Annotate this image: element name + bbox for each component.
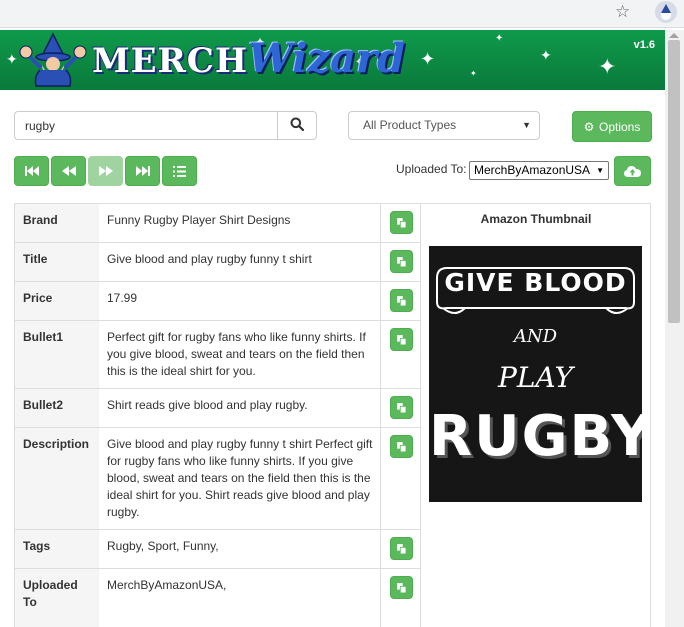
- field-value-bullet2: Shirt reads give blood and play rugby.: [107, 398, 308, 412]
- cloud-upload-icon: [624, 166, 641, 177]
- skip-back-icon: [24, 166, 39, 176]
- copy-icon: [397, 582, 406, 593]
- table-column-divider: [420, 203, 421, 627]
- wizard-icon[interactable]: [655, 1, 677, 23]
- sparkle-icon: ✦: [540, 47, 552, 63]
- field-label-bullet2: Bullet2: [15, 389, 99, 427]
- search-input[interactable]: [14, 111, 277, 140]
- options-label: Options: [599, 120, 641, 134]
- field-label-tags: Tags: [15, 530, 99, 568]
- thumbnail-text-line3: PLAY: [497, 361, 573, 394]
- marketplace-selected: MerchByAmazonUSA: [474, 163, 591, 177]
- field-value-uploaded-to: MerchByAmazonUSA,: [107, 578, 227, 592]
- search-icon: [290, 117, 305, 132]
- field-value-title: Give blood and play rugby funny t shirt: [107, 252, 312, 266]
- thumbnail-header: Amazon Thumbnail: [480, 212, 592, 226]
- copy-bullet2-button[interactable]: [390, 396, 413, 419]
- options-button[interactable]: ⚙ Options: [572, 111, 652, 142]
- chevron-down-icon: ▼: [522, 120, 531, 130]
- field-label-bullet1: Bullet1: [15, 321, 99, 388]
- browser-toolbar: ☆: [0, 0, 684, 28]
- logo-word-wizard: Wizard: [248, 35, 406, 82]
- table-border: [650, 203, 651, 627]
- scrollbar[interactable]: [665, 30, 684, 627]
- copy-icon: [397, 295, 406, 306]
- copy-icon: [397, 543, 406, 554]
- last-page-button[interactable]: [125, 156, 160, 186]
- table-border: [14, 203, 651, 204]
- copy-tags-button[interactable]: [390, 537, 413, 560]
- search-button[interactable]: [277, 111, 317, 140]
- star-icon[interactable]: ☆: [615, 2, 630, 22]
- field-value-description: Give blood and play rugby funny t shirt …: [107, 437, 373, 519]
- scroll-up-arrow-icon[interactable]: [669, 33, 679, 38]
- copy-icon: [397, 256, 406, 267]
- upload-button[interactable]: [614, 156, 651, 186]
- field-value-bullet1: Perfect gift for rugby fans who like fun…: [107, 330, 366, 378]
- field-label-title: Title: [15, 243, 99, 281]
- amazon-thumbnail-image: GIVE BLOOD AND PLAY RUGBY: [429, 246, 642, 502]
- copy-icon: [397, 217, 406, 228]
- table-column-divider: [380, 203, 381, 627]
- copy-bullet1-button[interactable]: [390, 328, 413, 351]
- uploaded-to-label: Uploaded To:: [396, 162, 467, 176]
- next-page-button[interactable]: [88, 156, 123, 186]
- chevron-down-icon: ▼: [596, 166, 604, 175]
- product-type-select[interactable]: All Product Types ▼: [348, 111, 540, 140]
- fast-forward-icon: [98, 166, 113, 176]
- header-banner: ✦ ✦ ✦ ✦ ✦ ✦ ✦ ✦ MERCHWizard v1.6: [0, 30, 665, 90]
- list-view-button[interactable]: [162, 156, 197, 186]
- product-details-table: Brand Funny Rugby Player Shirt Designs T…: [14, 203, 651, 627]
- thumbnail-text-line4: RUGBY: [429, 404, 642, 469]
- product-type-selected: All Product Types: [363, 118, 457, 132]
- previous-page-button[interactable]: [51, 156, 86, 186]
- merchwizard-logo: MERCHWizard: [92, 35, 405, 85]
- field-label-uploaded-to: Uploaded To: [15, 569, 99, 627]
- field-label-brand: Brand: [15, 204, 99, 242]
- copy-price-button[interactable]: [390, 289, 413, 312]
- rewind-icon: [61, 166, 76, 176]
- copy-title-button[interactable]: [390, 250, 413, 273]
- marketplace-select[interactable]: MerchByAmazonUSA ▼: [469, 161, 609, 180]
- copy-icon: [397, 402, 406, 413]
- copy-uploaded-to-button[interactable]: [390, 576, 413, 599]
- scrollbar-thumb[interactable]: [668, 40, 680, 323]
- wizard-mascot-icon: [19, 32, 87, 87]
- copy-description-button[interactable]: [390, 435, 413, 458]
- copy-icon: [397, 334, 406, 345]
- field-label-description: Description: [15, 428, 99, 529]
- field-value-brand: Funny Rugby Player Shirt Designs: [107, 213, 291, 227]
- field-value-price: 17.99: [107, 291, 138, 305]
- list-icon: [173, 165, 186, 177]
- skip-forward-icon: [135, 166, 150, 176]
- sparkle-icon: ✦: [420, 49, 436, 69]
- copy-brand-button[interactable]: [390, 211, 413, 234]
- thumbnail-text-line1: GIVE BLOOD: [444, 268, 627, 297]
- field-value-tags: Rugby, Sport, Funny,: [107, 539, 219, 553]
- copy-icon: [397, 441, 406, 452]
- field-label-price: Price: [15, 282, 99, 320]
- logo-word-merch: MERCH: [92, 41, 248, 81]
- sparkle-icon: ✦: [598, 54, 617, 79]
- sparkle-icon: ✦: [495, 33, 504, 44]
- gear-icon: ⚙: [583, 120, 595, 134]
- version-label: v1.6: [633, 39, 655, 51]
- thumbnail-text-line2: AND: [513, 326, 558, 347]
- sparkle-icon: ✦: [470, 69, 477, 78]
- first-page-button[interactable]: [14, 156, 49, 186]
